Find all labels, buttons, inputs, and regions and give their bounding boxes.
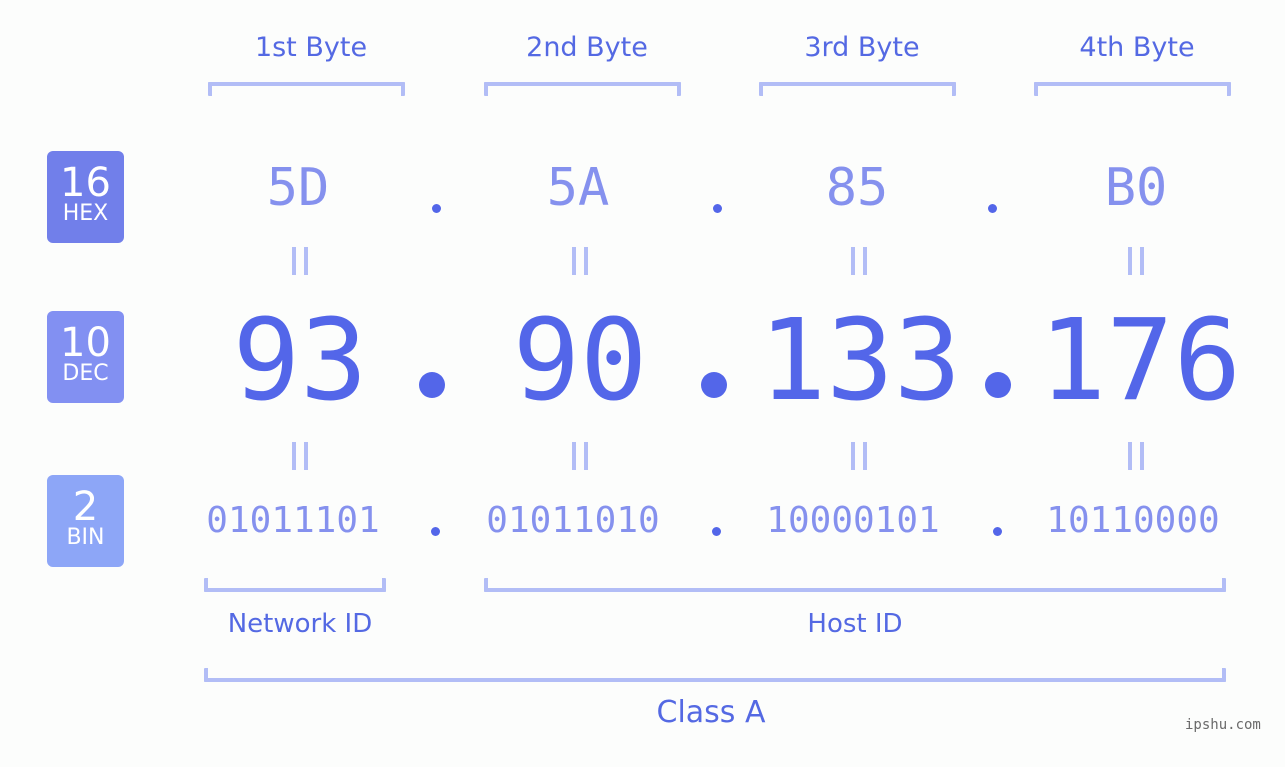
dec-byte-1: 93 xyxy=(232,296,368,426)
byte-bracket-1 xyxy=(208,82,405,96)
hex-separator-dot xyxy=(432,204,441,213)
host-id-bracket xyxy=(484,578,1226,592)
byte-bracket-3 xyxy=(759,82,956,96)
equals-icon xyxy=(291,442,308,470)
hex-separator-dot xyxy=(713,204,722,213)
hex-base: 16 xyxy=(60,160,111,206)
hex-byte-2: 5A xyxy=(546,158,610,218)
bin-separator-dot xyxy=(712,527,721,536)
equals-icon xyxy=(850,442,867,470)
dec-badge: 10 DEC xyxy=(47,311,124,403)
hex-byte-3: 85 xyxy=(825,158,889,218)
byte-header-3: 3rd Byte xyxy=(804,32,920,63)
hex-badge: 16 HEX xyxy=(47,151,124,243)
byte-header-2: 2nd Byte xyxy=(526,32,648,63)
byte-bracket-4 xyxy=(1034,82,1231,96)
equals-icon xyxy=(850,247,867,275)
network-id-bracket xyxy=(204,578,386,592)
bin-label: BIN xyxy=(66,525,105,550)
dec-byte-3: 133 xyxy=(758,296,962,426)
bin-badge: 2 BIN xyxy=(47,475,124,567)
bin-byte-2: 01011010 xyxy=(486,500,660,541)
equals-icon xyxy=(291,247,308,275)
byte-header-4: 4th Byte xyxy=(1079,32,1195,63)
dec-byte-4: 176 xyxy=(1038,296,1242,426)
bin-separator-dot xyxy=(431,527,440,536)
byte-header-1: 1st Byte xyxy=(254,32,368,63)
hex-label: HEX xyxy=(62,201,109,226)
dec-separator-dot xyxy=(701,372,727,398)
bin-separator-dot xyxy=(993,527,1002,536)
dec-separator-dot xyxy=(419,372,445,398)
bin-byte-4: 10110000 xyxy=(1046,500,1220,541)
bin-byte-1: 01011101 xyxy=(206,500,380,541)
dec-label: DEC xyxy=(62,361,109,386)
network-id-label: Network ID xyxy=(227,609,373,639)
bin-byte-3: 10000101 xyxy=(766,500,940,541)
equals-icon xyxy=(571,442,588,470)
equals-icon xyxy=(1127,247,1144,275)
byte-bracket-2 xyxy=(484,82,681,96)
class-label: Class A xyxy=(656,695,766,730)
dec-base: 10 xyxy=(60,320,111,366)
bin-base: 2 xyxy=(72,484,99,530)
dec-separator-dot xyxy=(985,372,1011,398)
hex-byte-1: 5D xyxy=(266,158,330,218)
watermark: ipshu.com xyxy=(1185,717,1261,733)
hex-separator-dot xyxy=(988,204,997,213)
equals-icon xyxy=(571,247,588,275)
host-id-label: Host ID xyxy=(807,609,903,639)
dec-byte-2: 90 xyxy=(512,296,648,426)
hex-byte-4: B0 xyxy=(1104,158,1168,218)
class-bracket xyxy=(204,668,1226,682)
equals-icon xyxy=(1127,442,1144,470)
